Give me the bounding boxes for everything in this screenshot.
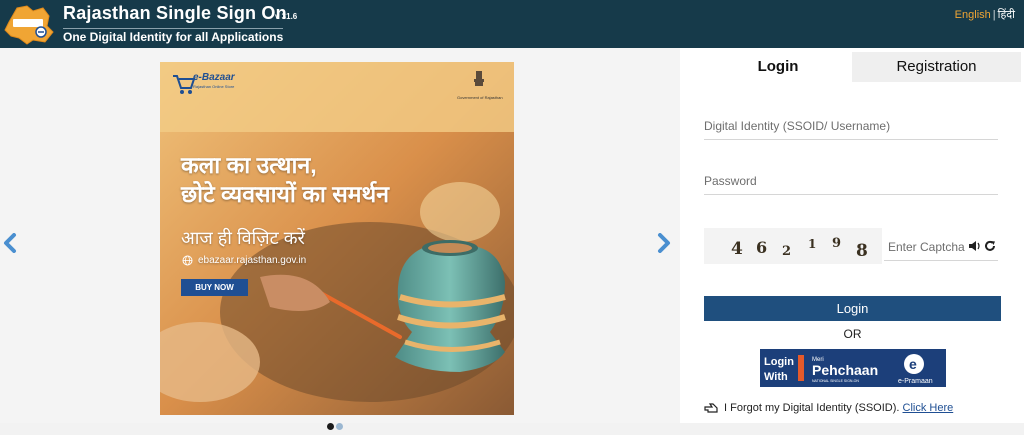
captcha-digit-3: 2 — [782, 244, 791, 259]
epramaan-logo-icon: e — [909, 356, 917, 372]
lang-hindi-link[interactable]: हिंदी — [998, 9, 1015, 21]
pehchaan-sub-text: NATIONAL SINGLE SIGN-ON — [812, 379, 859, 383]
header: Rajasthan Single Sign On v 31.6 One Digi… — [0, 0, 1024, 48]
tab-login[interactable]: Login — [704, 52, 852, 82]
ebazaar-brand: e-Bazaar — [193, 72, 235, 83]
carousel-prev-icon[interactable] — [2, 233, 18, 253]
banner-url: ebazaar.rajasthan.gov.in — [198, 255, 307, 266]
captcha-image: 4 6 2 1 9 8 — [704, 228, 882, 264]
captcha-digit-4: 1 — [808, 237, 816, 251]
language-switcher: English | हिंदी — [955, 7, 1015, 22]
version-badge: v 31.6 — [275, 12, 298, 21]
carousel-dot[interactable] — [336, 423, 343, 430]
carousel-dot-active[interactable] — [327, 423, 334, 430]
or-divider: OR — [843, 327, 862, 341]
rajasthan-logo-icon[interactable] — [3, 2, 55, 46]
app-title: Rajasthan Single Sign On — [63, 3, 287, 23]
epramaan-text: e-Pramaan — [898, 378, 933, 385]
pehchaan-name-text: Pehchaan — [812, 362, 878, 378]
pehchaan-login-text: Login — [764, 356, 794, 368]
lang-separator: | — [992, 9, 996, 21]
forgot-ssoid-link[interactable]: Click Here — [903, 402, 954, 414]
ebazaar-tagline: Rajasthan Online Store — [193, 84, 235, 89]
captcha-digit-2: 6 — [756, 238, 767, 257]
login-button[interactable]: Login — [704, 296, 1001, 321]
password-input[interactable]: Password — [704, 167, 998, 195]
carousel-next-icon[interactable] — [656, 233, 672, 253]
lang-english-link[interactable]: English — [955, 9, 991, 21]
meri-pehchaan-button[interactable]: Login With Meri Pehchaan NATIONAL SINGLE… — [760, 349, 946, 387]
pointing-hand-icon — [704, 403, 718, 413]
banner-headline-line2: छोटे व्यवसायों का समर्थन — [181, 181, 390, 207]
pehchaan-with-text: With — [764, 371, 788, 383]
app-subtitle: One Digital Identity for all Application… — [63, 28, 284, 44]
captcha-digit-1: 4 — [731, 239, 743, 259]
captcha-digit-6: 8 — [856, 241, 868, 261]
forgot-ssoid-label: I Forgot my Digital Identity (SSOID). — [724, 402, 900, 414]
buy-now-button[interactable]: BUY NOW — [181, 279, 248, 296]
carousel-dots — [327, 417, 345, 435]
gov-label: Government of Rajasthan — [457, 95, 503, 100]
globe-icon — [182, 255, 193, 266]
speaker-icon[interactable] — [968, 240, 981, 252]
refresh-icon[interactable] — [984, 240, 996, 252]
banner-headline-line1: कला का उत्थान, — [181, 152, 317, 178]
tab-registration[interactable]: Registration — [852, 52, 1021, 82]
ssoid-input[interactable]: Digital Identity (SSOID/ Username) — [704, 112, 998, 140]
captcha-digit-5: 9 — [832, 236, 841, 251]
national-emblem-icon — [474, 71, 484, 86]
banner-cta-text: आज ही विज़िट करें — [181, 228, 305, 248]
forgot-ssoid-text: I Forgot my Digital Identity (SSOID). Cl… — [724, 402, 953, 414]
